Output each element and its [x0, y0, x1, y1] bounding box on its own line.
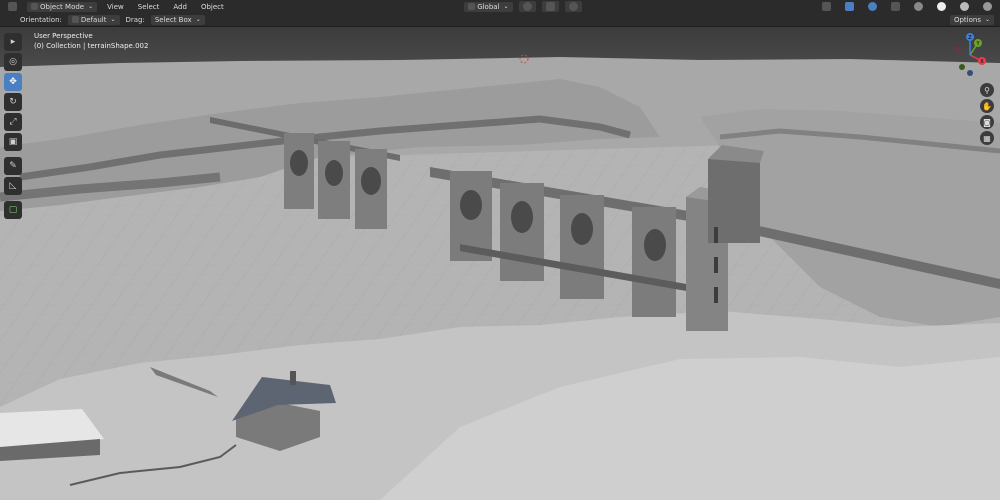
menu-object[interactable]: Object — [197, 2, 228, 12]
add-cube-tool-button[interactable]: ▢ — [4, 201, 22, 219]
xray-button[interactable] — [887, 1, 904, 12]
orientation-label: Orientation: — [20, 15, 62, 24]
shading-solid-button[interactable] — [933, 1, 950, 12]
overlay-icon — [868, 2, 877, 11]
eye-icon — [822, 2, 831, 11]
collection-label: (0) Collection | terrainShape.002 — [34, 42, 149, 50]
transform-icon: ▣ — [8, 137, 18, 147]
transform-label: Global — [477, 2, 500, 11]
drag-dropdown[interactable]: Select Box — [150, 14, 205, 25]
snap-icon — [545, 2, 555, 11]
3d-viewport[interactable]: User Perspective (0) Collection | terrai… — [0, 27, 1000, 500]
ruler-icon: ◺ — [9, 181, 17, 191]
move-icon: ✥ — [9, 77, 17, 87]
tool-settings-header: Orientation: Default Drag: Select Box Op… — [0, 13, 1000, 27]
overlay-toggle-button[interactable] — [864, 1, 881, 12]
shading-material-button[interactable] — [956, 1, 973, 12]
annotate-tool-button[interactable]: ✎ — [4, 157, 22, 175]
x-axis-label: X — [980, 59, 984, 65]
viewport-info: User Perspective (0) Collection | terrai… — [34, 31, 148, 51]
transform-orientation-dropdown[interactable]: Global — [464, 1, 513, 12]
xray-icon — [891, 2, 900, 11]
perspective-label: User Perspective — [34, 32, 93, 40]
rotate-icon: ↻ — [9, 97, 17, 107]
orientation-dropdown[interactable]: Default — [67, 14, 120, 25]
visibility-button[interactable] — [818, 1, 835, 12]
menu-add[interactable]: Add — [169, 2, 191, 12]
navigation-gizmo[interactable]: X Y Z — [948, 33, 992, 77]
cursor-arrow-icon: ▸ — [10, 37, 16, 47]
magnifier-icon: ⚲ — [984, 85, 990, 95]
menu-select[interactable]: Select — [134, 2, 164, 12]
3d-cursor-icon: ◎ — [9, 57, 17, 67]
orientation-value: Default — [80, 15, 107, 24]
proportional-edit-button[interactable] — [564, 1, 582, 12]
material-shading-icon — [960, 2, 969, 11]
gizmo-toggle-button[interactable] — [841, 1, 858, 12]
menu-view[interactable]: View — [103, 2, 128, 12]
rendered-shading-icon — [983, 2, 992, 11]
scene-render — [0, 27, 1000, 500]
measure-tool-button[interactable]: ◺ — [4, 177, 22, 195]
ortho-toggle-button[interactable]: ▦ — [980, 131, 994, 145]
pan-button[interactable]: ✋ — [980, 99, 994, 113]
options-button[interactable]: Options — [949, 14, 994, 25]
snap-button[interactable] — [541, 1, 559, 12]
proportional-edit-icon — [568, 2, 578, 11]
camera-icon: ◙ — [983, 117, 991, 127]
cursor-tool-button[interactable]: ◎ — [4, 53, 22, 71]
pencil-icon: ✎ — [9, 161, 17, 171]
move-tool-button[interactable]: ✥ — [4, 73, 22, 91]
gizmo-icon — [845, 2, 854, 11]
drag-value: Select Box — [154, 15, 192, 24]
object-mode-icon — [31, 3, 38, 10]
viewport-header: Object Mode View Select Add Object Globa… — [0, 0, 1000, 13]
shading-wireframe-button[interactable] — [910, 1, 927, 12]
scale-tool-button[interactable]: ⤢ — [4, 113, 22, 131]
pivot-button[interactable] — [518, 1, 536, 12]
zoom-button[interactable]: ⚲ — [980, 83, 994, 97]
z-axis-label: Z — [968, 35, 972, 41]
drag-label: Drag: — [125, 15, 145, 24]
editor-type-button[interactable] — [4, 1, 21, 12]
orientation-icon — [468, 3, 476, 10]
scale-icon: ⤢ — [9, 117, 17, 127]
pivot-icon — [522, 2, 532, 11]
rotate-tool-button[interactable]: ↻ — [4, 93, 22, 111]
navigation-buttons: ⚲ ✋ ◙ ▦ — [980, 83, 994, 145]
grid-icon: ▦ — [983, 133, 991, 143]
hand-icon: ✋ — [982, 101, 992, 111]
wireframe-shading-icon — [914, 2, 923, 11]
mode-label: Object Mode — [40, 2, 85, 11]
transform-tool-button[interactable]: ▣ — [4, 133, 22, 151]
editor-type-icon — [8, 2, 17, 11]
shading-rendered-button[interactable] — [979, 1, 996, 12]
select-tool-button[interactable]: ▸ — [4, 33, 22, 51]
orientation-default-icon — [71, 16, 79, 23]
camera-view-button[interactable]: ◙ — [980, 115, 994, 129]
add-cube-icon: ▢ — [8, 205, 18, 215]
mode-dropdown[interactable]: Object Mode — [27, 1, 98, 12]
tool-shelf: ▸ ◎ ✥ ↻ ⤢ ▣ ✎ ◺ ▢ — [4, 33, 22, 219]
solid-shading-icon — [937, 2, 946, 11]
